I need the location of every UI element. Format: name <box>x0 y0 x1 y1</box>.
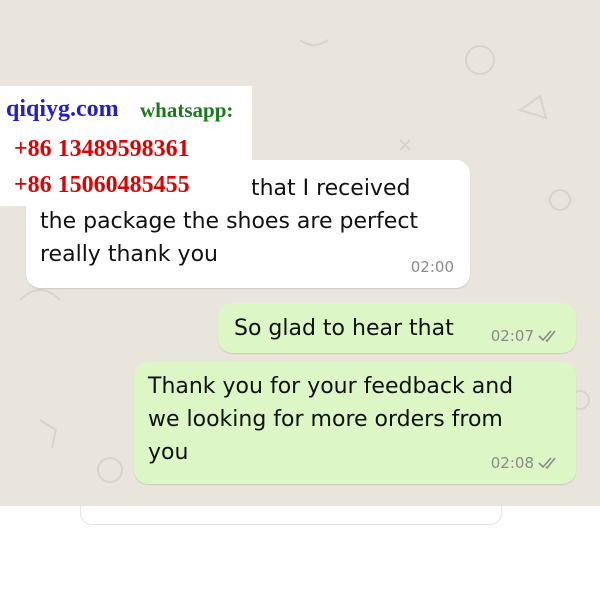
message-timestamp: 02:00 <box>410 258 454 276</box>
message-text: Thank you for your feedback and we looki… <box>148 374 514 465</box>
double-check-icon <box>538 457 556 470</box>
message-text-line1: u that I received <box>230 176 411 201</box>
watermark-app-label: whatsapp: <box>140 98 234 122</box>
double-check-icon <box>538 330 556 343</box>
message-meta: 02:07 <box>491 327 560 345</box>
message-timestamp: 02:07 <box>490 327 534 345</box>
message-input-edge[interactable] <box>80 506 502 525</box>
bottom-area <box>0 506 600 600</box>
chat-area[interactable]: u that I received the package the shoes … <box>0 0 600 506</box>
message-text: the package the shoes are perfect really… <box>40 209 419 267</box>
outgoing-message-bubble[interactable]: So glad to hear that 02:07 <box>218 303 576 353</box>
message-time: 02:00 <box>411 258 454 276</box>
watermark-phone-2: +86 15060485455 <box>14 172 190 198</box>
message-meta: 02:08 <box>491 454 560 472</box>
message-text: So glad to hear that <box>234 316 454 341</box>
watermark-phone-1: +86 13489598361 <box>14 136 190 162</box>
watermark-site: qiqiyg.com <box>6 96 119 122</box>
message-timestamp: 02:08 <box>490 454 534 472</box>
outgoing-message-bubble[interactable]: Thank you for your feedback and we looki… <box>134 362 576 484</box>
watermark-overlay: qiqiyg.com whatsapp: +86 13489598361 +86… <box>0 86 252 206</box>
